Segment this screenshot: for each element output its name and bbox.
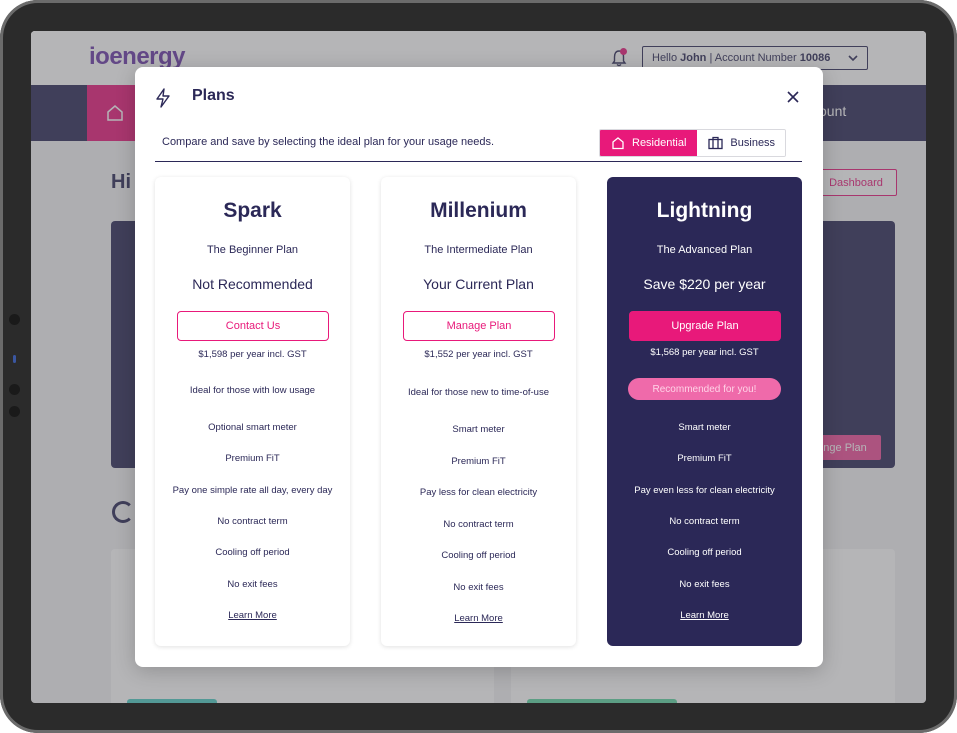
business-label: Business	[730, 137, 776, 149]
plan-feature: Pay one simple rate all day, every day	[172, 485, 333, 496]
plan-tier: The Intermediate Plan	[424, 244, 533, 256]
screen: ioenergy Hello John | Account Number 100…	[31, 31, 926, 703]
plan-price: $1,598 per year incl. GST	[198, 349, 307, 360]
tablet-frame: ioenergy Hello John | Account Number 100…	[0, 0, 957, 733]
plan-feature: Smart meter	[678, 422, 731, 433]
plan-card-lightning: Lightning The Advanced Plan Save $220 pe…	[607, 177, 802, 646]
customer-type-toggle: Residential Business	[599, 129, 787, 157]
plan-feature: Cooling off period	[215, 547, 290, 558]
plan-feature: Cooling off period	[667, 547, 742, 558]
lightning-icon	[156, 88, 170, 108]
close-button[interactable]	[783, 87, 803, 107]
contact-us-button[interactable]: Contact Us	[177, 311, 329, 341]
side-indicator	[13, 355, 16, 363]
plan-card-spark: Spark The Beginner Plan Not Recommended …	[155, 177, 350, 646]
plan-name: Spark	[223, 199, 282, 222]
plan-feature: Optional smart meter	[208, 422, 297, 433]
plans-modal: Plans Compare and save by selecting the …	[135, 67, 823, 667]
residential-toggle[interactable]: Residential	[600, 130, 698, 156]
plan-status: Your Current Plan	[423, 276, 534, 292]
plan-feature: Cooling off period	[441, 550, 516, 561]
header-divider	[155, 161, 802, 162]
sensor-dot-2	[9, 406, 20, 417]
plan-price: $1,568 per year incl. GST	[650, 347, 759, 358]
plan-feature: No contract term	[217, 516, 288, 527]
manage-plan-button[interactable]: Manage Plan	[403, 311, 555, 341]
plan-feature: Premium FiT	[225, 453, 280, 464]
plan-feature: No contract term	[443, 519, 514, 530]
upgrade-plan-button[interactable]: Upgrade Plan	[629, 311, 781, 341]
recommended-badge: Recommended for you!	[628, 378, 781, 400]
plan-tier: The Advanced Plan	[656, 244, 753, 256]
plan-feature: Premium FiT	[677, 453, 732, 464]
plan-feature: Pay even less for clean electricity	[634, 485, 775, 496]
plan-feature: Pay less for clean electricity	[419, 487, 538, 498]
camera-dot	[9, 314, 20, 325]
plan-feature: No contract term	[669, 516, 740, 527]
building-icon	[708, 136, 724, 150]
plan-feature: No exit fees	[453, 582, 504, 593]
modal-title: Plans	[192, 87, 235, 104]
plan-feature: Premium FiT	[451, 456, 506, 467]
plan-status: Not Recommended	[192, 276, 313, 292]
plan-price: $1,552 per year incl. GST	[424, 349, 533, 360]
plan-name: Lightning	[656, 199, 753, 222]
plan-feature: Ideal for those new to time-of-use	[408, 387, 549, 398]
plan-tier: The Beginner Plan	[206, 244, 299, 256]
home-icon	[612, 137, 624, 150]
plan-feature: Ideal for those with low usage	[189, 385, 316, 396]
residential-label: Residential	[632, 137, 687, 149]
plan-feature: No exit fees	[679, 579, 730, 590]
learn-more-link[interactable]: Learn More	[381, 613, 576, 624]
modal-subtitle: Compare and save by selecting the ideal …	[162, 136, 495, 148]
plan-feature: Smart meter	[452, 424, 505, 435]
close-icon	[787, 91, 799, 103]
plan-status: Save $220 per year	[643, 276, 766, 292]
learn-more-link[interactable]: Learn More	[607, 610, 802, 621]
learn-more-link[interactable]: Learn More	[155, 610, 350, 621]
plan-name: Millenium	[430, 199, 527, 222]
plan-feature: No exit fees	[227, 579, 278, 590]
sensor-dot	[9, 384, 20, 395]
business-toggle[interactable]: Business	[697, 130, 786, 156]
plan-card-millenium: Millenium The Intermediate Plan Your Cur…	[381, 177, 576, 646]
